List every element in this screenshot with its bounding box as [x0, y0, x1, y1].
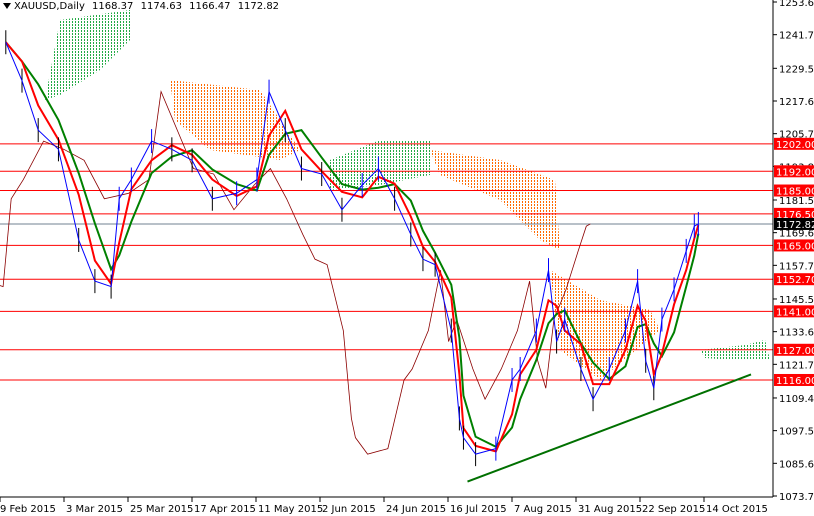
current-price-label: 1172.82 — [776, 220, 814, 231]
level-label: 1165.00 — [776, 241, 814, 252]
x-tick-label: 25 Mar 2015 — [130, 504, 193, 515]
y-tick-label: 1133.60 — [779, 328, 814, 339]
y-tick-label: 1073.75 — [779, 492, 814, 503]
price-chart[interactable]: 1253.651241.751229.501217.601205.701193.… — [0, 0, 814, 516]
y-tick-label: 1157.75 — [779, 261, 814, 272]
open-value: 1168.37 — [92, 1, 134, 12]
kijun-sen-line — [5, 41, 700, 449]
symbol-label: XAUUSD,Daily — [14, 1, 85, 12]
x-tick-label: 31 Aug 2015 — [578, 504, 642, 515]
high-value: 1174.63 — [140, 1, 182, 12]
x-tick-label: 22 Sep 2015 — [642, 504, 705, 515]
x-tick-label: 3 Mar 2015 — [66, 504, 123, 515]
x-tick-label: 16 Jul 2015 — [450, 504, 507, 515]
dropdown-arrow-icon — [3, 3, 11, 9]
x-tick-label: 24 Jun 2015 — [386, 504, 446, 515]
y-tick-label: 1241.75 — [779, 31, 814, 42]
level-label: 1127.00 — [776, 346, 814, 357]
level-label: 1202.00 — [776, 140, 814, 151]
x-tick-label: 17 Apr 2015 — [194, 504, 256, 515]
level-label: 1192.00 — [776, 167, 814, 178]
x-tick-label: 2 Jun 2015 — [322, 504, 376, 515]
chikou-span-line — [0, 90, 591, 455]
cloud-bull-2 — [330, 140, 430, 190]
y-tick-label: 1181.55 — [779, 196, 814, 207]
y-tick-label: 1085.65 — [779, 459, 814, 470]
y-tick-label: 1109.45 — [779, 394, 814, 405]
tenkan-sen-line — [5, 41, 700, 453]
chart-title: XAUUSD,Daily 1168.37 1174.63 1166.47 117… — [14, 1, 283, 12]
price-line — [5, 42, 699, 455]
y-tick-label: 1121.70 — [779, 360, 814, 371]
y-tick-label: 1145.50 — [779, 295, 814, 306]
y-tick-label: 1097.55 — [779, 427, 814, 438]
x-tick-label: 11 May 2015 — [258, 504, 323, 515]
close-value: 1172.82 — [237, 1, 280, 12]
y-tick-label: 1217.60 — [779, 97, 814, 108]
x-tick-label: 14 Oct 2015 — [706, 504, 768, 515]
level-label: 1116.00 — [776, 376, 814, 387]
level-label: 1141.00 — [776, 307, 814, 318]
y-tick-label: 1229.50 — [779, 64, 814, 75]
cloud-bear-2 — [430, 150, 560, 250]
level-label: 1152.70 — [776, 275, 814, 286]
x-tick-label: 9 Feb 2015 — [0, 504, 56, 515]
cloud-bull-1 — [45, 10, 130, 100]
y-tick-label: 1253.65 — [779, 0, 814, 9]
low-value: 1166.47 — [189, 1, 231, 12]
level-label: 1185.00 — [776, 187, 814, 198]
x-tick-label: 7 Aug 2015 — [514, 504, 572, 515]
